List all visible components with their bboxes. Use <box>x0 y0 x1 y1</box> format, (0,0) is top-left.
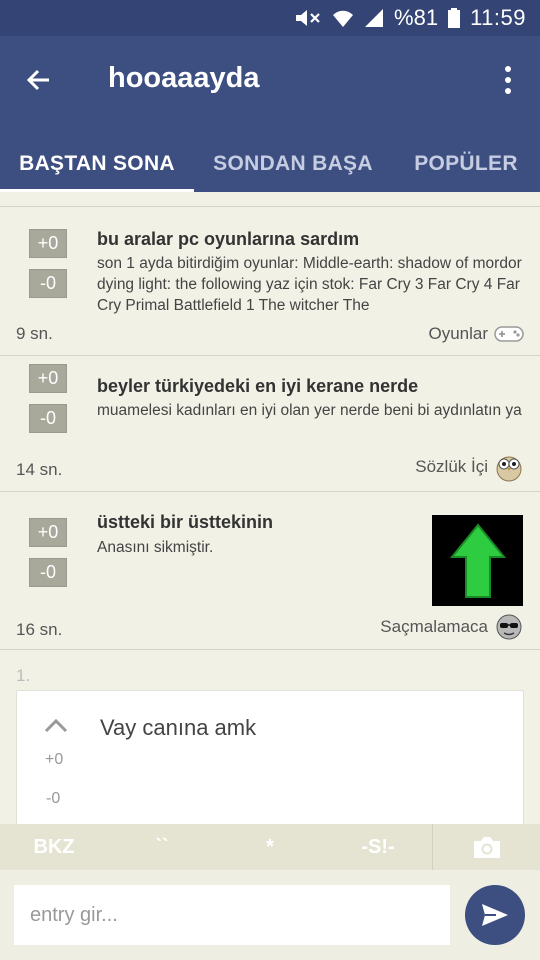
green-up-arrow-icon <box>449 522 506 598</box>
tab-populer[interactable]: POPÜLER <box>392 136 540 192</box>
send-icon <box>482 904 508 926</box>
tab-sondan-basa[interactable]: SONDAN BAŞA <box>194 136 392 192</box>
upvote-button[interactable]: +0 <box>29 364 67 393</box>
downvote-button[interactable]: -0 <box>29 404 67 433</box>
bkz-button[interactable]: BKZ <box>0 824 108 870</box>
gamepad-icon <box>494 319 524 349</box>
upvote-button[interactable]: +0 <box>29 518 67 547</box>
entry-body: son 1 ayda bitirdiğim oyunlar: Middle-ea… <box>97 255 522 314</box>
list-item[interactable]: +0 -0 üstteki bir üsttekinin Anasını sik… <box>0 492 540 650</box>
owl-icon <box>494 452 524 482</box>
category-label: Saçmalamaca <box>380 617 488 636</box>
send-button[interactable] <box>465 885 525 945</box>
entry-title[interactable]: bu aralar pc oyunlarına sardım <box>97 229 359 250</box>
entry-category[interactable]: Oyunlar <box>428 319 524 349</box>
downvote-button[interactable]: -0 <box>29 269 67 298</box>
sunglasses-face-icon <box>494 612 524 642</box>
battery-icon <box>448 8 461 28</box>
entry-time: 14 sn. <box>16 460 63 479</box>
entry-title[interactable]: beyler türkiyedeki en iyi kerane nerde <box>97 376 418 397</box>
entry-category[interactable]: Saçmalamaca <box>380 612 524 642</box>
upvote-button[interactable]: +0 <box>29 229 67 258</box>
page-title: hooaaayda <box>108 62 260 94</box>
back-button[interactable] <box>18 60 58 100</box>
tab-bastan-sona[interactable]: BAŞTAN SONA <box>0 136 194 192</box>
app-bar: hooaaayda BAŞTAN SONA SONDAN BAŞA POPÜLE… <box>0 36 540 192</box>
entry-time: 16 sn. <box>16 620 63 639</box>
format-toolbar: BKZ `` * -S!- <box>0 824 540 870</box>
composer <box>0 870 540 960</box>
battery-percent: %81 <box>394 5 439 30</box>
signal-icon <box>364 8 384 28</box>
list-item[interactable]: +0 -0 bu aralar pc oyunlarına sardım son… <box>0 206 540 356</box>
list-item[interactable]: +0 -0 beyler türkiyedeki en iyi kerane n… <box>0 356 540 492</box>
category-label: Sözlük İçi <box>415 457 488 476</box>
wifi-icon <box>332 8 354 28</box>
category-label: Oyunlar <box>428 324 488 343</box>
reply-number: 1. <box>16 666 31 685</box>
clock: 11:59 <box>470 5 526 30</box>
more-vert-icon <box>505 66 511 72</box>
camera-button[interactable] <box>432 824 540 870</box>
entry-thumbnail[interactable] <box>432 515 523 606</box>
reply-downvote[interactable]: -0 <box>46 790 60 808</box>
entry-title[interactable]: üstteki bir üsttekinin <box>97 512 273 533</box>
entry-feed[interactable]: +0 -0 bu aralar pc oyunlarına sardım son… <box>0 192 540 824</box>
overflow-menu-button[interactable] <box>496 60 520 100</box>
star-button[interactable]: * <box>216 824 324 870</box>
entry-input[interactable] <box>14 885 450 945</box>
reply-text: Vay canına amk <box>100 715 257 740</box>
reply-upvote[interactable]: +0 <box>45 751 63 769</box>
chevron-up-icon[interactable] <box>43 715 69 735</box>
entry-time: 9 sn. <box>16 324 53 343</box>
entry-body: Anasını sikmiştir. <box>97 539 214 556</box>
spoiler-button[interactable]: -S!- <box>324 824 432 870</box>
mute-icon <box>294 8 322 28</box>
camera-icon <box>473 837 500 858</box>
tab-bar: BAŞTAN SONA SONDAN BAŞA POPÜLER <box>0 136 540 192</box>
back-arrow-icon <box>26 69 49 91</box>
backtick-button[interactable]: `` <box>108 824 216 870</box>
entry-body: muamelesi kadınları en iyi olan yer nerd… <box>97 402 522 419</box>
downvote-button[interactable]: -0 <box>29 558 67 587</box>
reply-card[interactable]: +0 -0 Vay canına amk <box>16 690 524 824</box>
entry-category[interactable]: Sözlük İçi <box>415 452 524 482</box>
status-bar: %81 11:59 <box>0 0 540 36</box>
